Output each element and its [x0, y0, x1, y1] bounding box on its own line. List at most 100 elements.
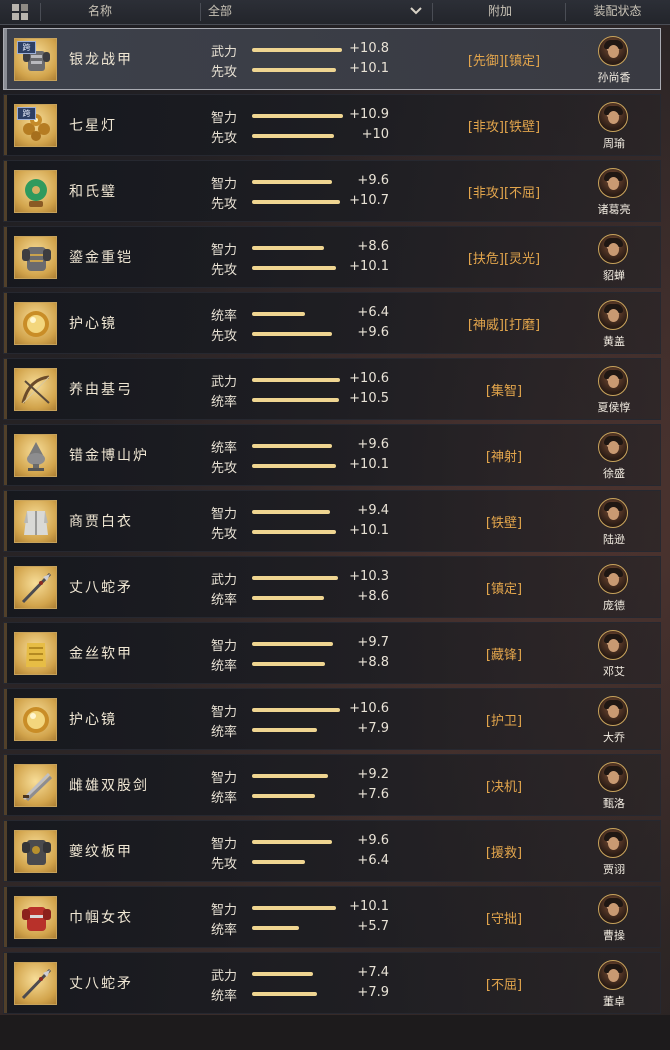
stat-value: +10.6	[349, 371, 389, 386]
chevron-down-icon[interactable]	[410, 6, 422, 16]
stat-value: +10.1	[349, 899, 389, 914]
equipment-row[interactable]: 商贾白衣 智力 +9.4 先攻 +10.1 [铁壁] 陆逊	[3, 490, 661, 552]
general-name: 周瑜	[603, 137, 625, 150]
general-avatar[interactable]	[598, 168, 628, 198]
general-avatar[interactable]	[598, 366, 628, 396]
general-avatar[interactable]	[598, 696, 628, 726]
bonus-tags: [先御][镇定]	[467, 54, 541, 69]
general-avatar[interactable]	[598, 762, 628, 792]
spear-icon[interactable]	[14, 566, 57, 609]
mirror-icon[interactable]	[14, 698, 57, 741]
stat-bar-fill	[252, 662, 326, 666]
equip-status-column-header[interactable]: 装配状态	[570, 0, 665, 24]
item-name: 巾帼女衣	[69, 910, 133, 926]
equipment-row[interactable]: 错金博山炉 统率 +9.6 先攻 +10.1 [神射] 徐盛	[3, 424, 661, 486]
stat-value: +10.1	[349, 457, 389, 472]
row-accent	[4, 689, 7, 749]
header-divider	[565, 3, 566, 21]
mirror-icon[interactable]	[14, 302, 57, 345]
cross-server-badge: 跨	[17, 107, 36, 120]
general-avatar[interactable]	[598, 498, 628, 528]
general-avatar[interactable]	[598, 630, 628, 660]
row-accent	[4, 755, 7, 815]
equipment-row[interactable]: 夔纹板甲 智力 +9.6 先攻 +6.4 [援救] 贾诩	[3, 820, 661, 882]
stat-label: 智力	[211, 705, 238, 720]
row-accent	[4, 821, 7, 881]
twin-swords-icon[interactable]	[14, 764, 57, 807]
bow-icon[interactable]	[14, 368, 57, 411]
item-name: 银龙战甲	[69, 52, 133, 68]
general-avatar[interactable]	[598, 828, 628, 858]
equipment-row[interactable]: 巾帼女衣 智力 +10.1 统率 +5.7 [守拙] 曹操	[3, 886, 661, 948]
equipment-row[interactable]: 跨 银龙战甲 武力 +10.8 先攻 +10.1 [先御][镇定] 孙尚香	[3, 28, 661, 90]
stat-line: 智力 +9.6	[211, 833, 391, 852]
item-name: 和氏璧	[69, 184, 117, 200]
stat-line: 武力 +7.4	[211, 965, 391, 984]
general-avatar[interactable]	[598, 102, 628, 132]
stat-value: +9.4	[357, 503, 389, 518]
stat-line: 智力 +9.7	[211, 635, 391, 654]
grid-view-icon[interactable]	[12, 4, 30, 20]
stat-bar	[252, 708, 345, 712]
name-column-header[interactable]: 名称	[40, 0, 160, 24]
golden-vest-icon[interactable]	[14, 632, 57, 675]
armor-icon[interactable]: 跨	[14, 38, 57, 81]
general-name: 诸葛亮	[597, 203, 631, 216]
general-name: 徐盛	[603, 467, 625, 480]
robe-icon[interactable]	[14, 500, 57, 543]
general-avatar[interactable]	[598, 564, 628, 594]
censer-icon[interactable]	[14, 434, 57, 477]
stat-label: 智力	[211, 837, 238, 852]
stat-value: +9.6	[357, 325, 389, 340]
stat-line: 先攻 +10.1	[211, 457, 391, 476]
stat-value: +10	[361, 127, 389, 142]
stat-line: 智力 +10.9	[211, 107, 391, 126]
general-avatar[interactable]	[598, 960, 628, 990]
plate-armor-icon[interactable]	[14, 830, 57, 873]
equipment-row[interactable]: 护心镜 智力 +10.6 统率 +7.9 [护卫] 大乔	[3, 688, 661, 750]
row-accent	[4, 491, 7, 551]
heavy-armor-icon[interactable]	[14, 236, 57, 279]
stat-line: 智力 +8.6	[211, 239, 391, 258]
stat-bar-fill	[252, 596, 324, 600]
general-avatar[interactable]	[598, 300, 628, 330]
equipment-row[interactable]: 和氏璧 智力 +9.6 先攻 +10.7 [非攻][不屈] 诸葛亮	[3, 160, 661, 222]
filter-dropdown-value[interactable]: 全部	[208, 0, 248, 24]
general-name: 曹操	[603, 929, 625, 942]
jade-disc-icon[interactable]	[14, 170, 57, 213]
bonus-column-header[interactable]: 附加	[440, 0, 560, 24]
stat-value: +10.9	[349, 107, 389, 122]
general-avatar[interactable]	[598, 36, 628, 66]
stat-label: 智力	[211, 771, 238, 786]
general-avatar[interactable]	[598, 432, 628, 462]
stat-bar	[252, 596, 345, 600]
red-armor-icon[interactable]	[14, 896, 57, 939]
equipment-row[interactable]: 雌雄双股剑 智力 +9.2 统率 +7.6 [决机] 甄洛	[3, 754, 661, 816]
equipment-row[interactable]: 跨 七星灯 智力 +10.9 先攻 +10 [非攻][铁壁] 周瑜	[3, 94, 661, 156]
equipment-row[interactable]: 护心镜 统率 +6.4 先攻 +9.6 [神威][打磨] 黄盖	[3, 292, 661, 354]
item-name: 护心镜	[69, 712, 117, 728]
stat-bar-fill	[252, 48, 343, 52]
header-divider	[200, 3, 201, 21]
stat-line: 先攻 +9.6	[211, 325, 391, 344]
stat-line: 智力 +9.4	[211, 503, 391, 522]
stat-bar	[252, 794, 345, 798]
general-avatar[interactable]	[598, 894, 628, 924]
bottom-bar	[0, 1015, 670, 1050]
equipment-row[interactable]: 养由基弓 武力 +10.6 统率 +10.5 [集智] 夏侯惇	[3, 358, 661, 420]
lamp-icon[interactable]: 跨	[14, 104, 57, 147]
stat-bar	[252, 134, 345, 138]
general-avatar[interactable]	[598, 234, 628, 264]
stat-label: 统率	[211, 989, 238, 1004]
stat-label: 统率	[211, 441, 238, 456]
stat-bar	[252, 114, 345, 118]
equipment-row[interactable]: 金丝软甲 智力 +9.7 统率 +8.8 [藏锋] 邓艾	[3, 622, 661, 684]
bonus-tags: [扶危][灵光]	[467, 252, 541, 267]
stat-label: 智力	[211, 507, 238, 522]
row-accent	[4, 29, 7, 89]
item-name: 养由基弓	[69, 382, 133, 398]
spear-icon[interactable]	[14, 962, 57, 1005]
equipment-row[interactable]: 丈八蛇矛 武力 +7.4 统率 +7.9 [不屈] 董卓	[3, 952, 661, 1014]
equipment-row[interactable]: 丈八蛇矛 武力 +10.3 统率 +8.6 [镇定] 庞德	[3, 556, 661, 618]
equipment-row[interactable]: 鎏金重铠 智力 +8.6 先攻 +10.1 [扶危][灵光] 貂蝉	[3, 226, 661, 288]
